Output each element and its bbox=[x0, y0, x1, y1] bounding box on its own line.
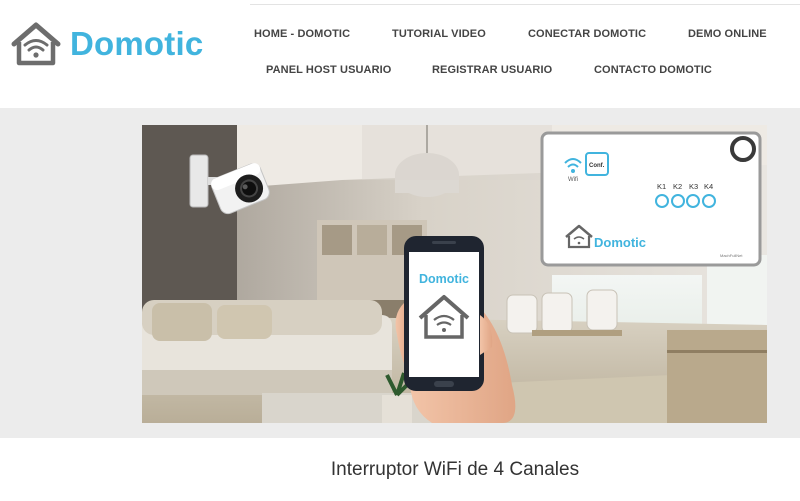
site-header: Domotic HOME - DOMOTIC TUTORIAL VIDEO CO… bbox=[0, 0, 800, 108]
nav-home[interactable]: HOME - DOMOTIC bbox=[254, 28, 350, 40]
page-title: Interruptor WiFi de 4 Canales bbox=[330, 459, 580, 480]
svg-text:Conf.: Conf. bbox=[589, 163, 605, 169]
hero-image: Wifi Conf. K1 K2 K3 K4 Domotic MachFullN… bbox=[142, 125, 767, 423]
hero-illustration: Wifi Conf. K1 K2 K3 K4 Domotic MachFullN… bbox=[142, 125, 767, 423]
svg-text:K3: K3 bbox=[689, 182, 698, 191]
nav-tutorial-video[interactable]: TUTORIAL VIDEO bbox=[392, 28, 486, 40]
svg-text:K4: K4 bbox=[704, 182, 713, 191]
wifi-switch-device: Wifi Conf. K1 K2 K3 K4 Domotic MachFullN… bbox=[540, 131, 762, 267]
svg-text:MachFullNet: MachFullNet bbox=[720, 253, 743, 258]
nav-registrar[interactable]: REGISTRAR USUARIO bbox=[432, 64, 552, 76]
brand-name: Domotic bbox=[70, 25, 204, 62]
nav-panel-host[interactable]: PANEL HOST USUARIO bbox=[266, 64, 391, 76]
header-divider bbox=[250, 4, 800, 5]
svg-text:K2: K2 bbox=[673, 182, 682, 191]
svg-text:Domotic: Domotic bbox=[594, 235, 646, 250]
svg-text:K1: K1 bbox=[657, 182, 666, 191]
house-wifi-icon bbox=[10, 22, 62, 66]
svg-text:Wifi: Wifi bbox=[568, 177, 578, 183]
nav-conectar[interactable]: CONECTAR DOMOTIC bbox=[528, 28, 646, 40]
svg-text:Domotic: Domotic bbox=[419, 272, 469, 286]
nav-demo-online[interactable]: DEMO ONLINE bbox=[688, 28, 767, 40]
nav-contacto[interactable]: CONTACTO DOMOTIC bbox=[594, 64, 712, 76]
site-logo[interactable]: Domotic bbox=[10, 22, 203, 66]
